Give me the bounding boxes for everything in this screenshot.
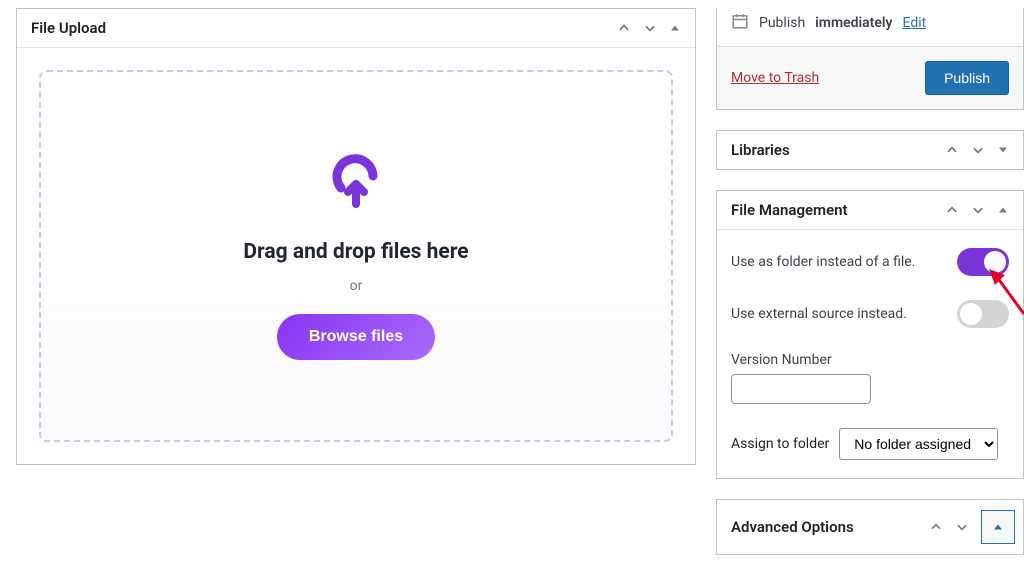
advanced-options-title: Advanced Options (731, 518, 854, 536)
file-upload-header[interactable]: File Upload (17, 9, 695, 48)
assign-folder-label: Assign to folder (731, 436, 829, 452)
external-toggle-label: Use external source instead. (731, 306, 907, 322)
libraries-title: Libraries (731, 141, 790, 159)
publish-button[interactable]: Publish (925, 61, 1009, 95)
version-number-input[interactable] (731, 374, 871, 404)
calendar-icon (731, 12, 749, 34)
folder-toggle-label: Use as folder instead of a file. (731, 254, 915, 270)
publish-when: immediately (815, 15, 892, 31)
collapse-icon[interactable] (997, 204, 1009, 216)
file-management-body: Use as folder instead of a file. Use ext… (717, 230, 1023, 478)
advanced-options-metabox: Advanced Options (716, 499, 1024, 555)
file-upload-title: File Upload (31, 19, 106, 37)
move-up-icon[interactable] (945, 143, 959, 157)
dropzone-heading: Drag and drop files here (243, 240, 468, 264)
move-down-icon[interactable] (971, 203, 985, 217)
advanced-options-header[interactable]: Advanced Options (717, 500, 1023, 554)
browse-files-button[interactable]: Browse files (277, 314, 435, 360)
move-up-icon[interactable] (929, 520, 943, 534)
dropzone-or: or (350, 278, 363, 294)
move-down-icon[interactable] (643, 21, 657, 35)
move-up-icon[interactable] (945, 203, 959, 217)
assign-folder-row: Assign to folder No folder assigned (731, 428, 1009, 460)
move-down-icon[interactable] (971, 143, 985, 157)
file-management-handles (945, 203, 1009, 217)
folder-toggle-row: Use as folder instead of a file. (731, 248, 1009, 276)
file-management-header[interactable]: File Management (717, 191, 1023, 230)
version-number-field: Version Number (731, 352, 1009, 404)
file-upload-metabox: File Upload Drag and drop files here or … (16, 8, 696, 465)
libraries-handles (945, 143, 1009, 157)
collapse-icon[interactable] (981, 510, 1015, 544)
move-down-icon[interactable] (955, 520, 969, 534)
publish-prefix: Publish (759, 15, 805, 31)
publish-actions: Move to Trash Publish (717, 46, 1023, 109)
file-management-title: File Management (731, 201, 848, 219)
publish-metabox: Publish immediately Edit Move to Trash P… (716, 8, 1024, 110)
libraries-metabox: Libraries (716, 130, 1024, 170)
folder-toggle[interactable] (957, 248, 1009, 276)
move-to-trash-link[interactable]: Move to Trash (731, 70, 819, 86)
libraries-header[interactable]: Libraries (717, 131, 1023, 169)
external-toggle[interactable] (957, 300, 1009, 328)
file-upload-handles (617, 21, 681, 35)
file-management-metabox: File Management Use as folder instead of… (716, 190, 1024, 479)
external-toggle-row: Use external source instead. (731, 300, 1009, 328)
upload-dropzone[interactable]: Drag and drop files here or Browse files (39, 70, 673, 442)
assign-folder-select[interactable]: No folder assigned (839, 428, 998, 460)
move-up-icon[interactable] (617, 21, 631, 35)
file-upload-body: Drag and drop files here or Browse files (17, 48, 695, 464)
edit-schedule-link[interactable]: Edit (903, 15, 927, 31)
upload-cloud-icon (321, 152, 391, 216)
expand-icon[interactable] (997, 144, 1009, 156)
collapse-icon[interactable] (669, 22, 681, 34)
publish-schedule-row: Publish immediately Edit (717, 8, 1023, 46)
advanced-options-handles (929, 510, 1015, 544)
version-number-label: Version Number (731, 352, 1009, 368)
